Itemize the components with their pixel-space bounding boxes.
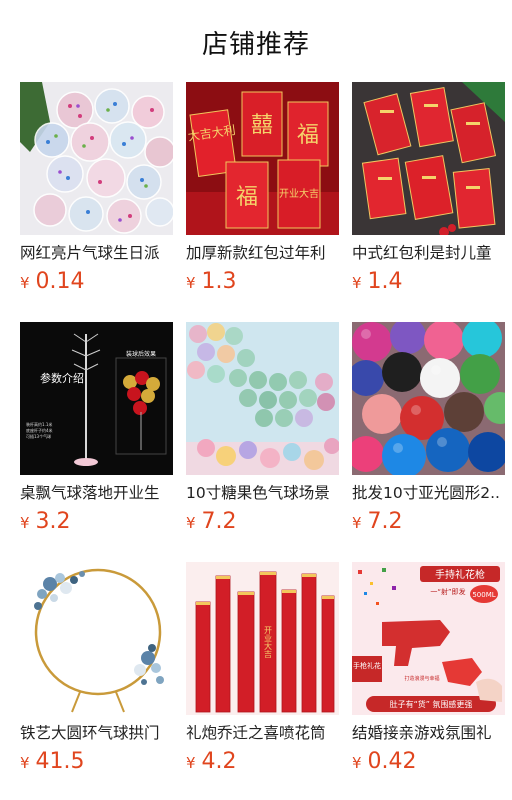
product-image-candy-balloons[interactable] [186, 322, 339, 475]
product-image-balloon-stand[interactable]: 参数介绍 装杆高约1.1米 底座杆子约4米 可插13个气球 装球后效果 [20, 322, 173, 475]
product-name[interactable]: 中式红包利是封儿童 [352, 243, 505, 263]
stand-effect-label: 装球后效果 [126, 350, 156, 358]
product-name[interactable]: 10寸糖果色气球场景 [186, 483, 339, 503]
red-packet-text: 福 [297, 123, 319, 148]
flower-gun-badge: 500ML [472, 591, 495, 599]
currency-symbol: ¥ [20, 514, 30, 532]
price-value: 0.14 [35, 269, 85, 294]
price-value: 41.5 [35, 749, 85, 774]
product-card-red-packets[interactable]: 大吉大利 囍 福 开业大吉 福 加厚新款红包过年利 ¥1.3 [186, 82, 339, 294]
product-image-flower-gun[interactable]: 手持礼花枪 一“射”即发 500ML 手枪礼花 打造浪漫与幸福 肚子有“货” 氛… [352, 562, 505, 715]
product-name[interactable]: 礼炮乔迁之喜喷花筒 [186, 723, 339, 743]
price-value: 1.4 [367, 269, 403, 294]
chinese-red-packets-image [352, 82, 505, 235]
price-value: 7.2 [367, 509, 403, 534]
product-card-candy-balloons[interactable]: 10寸糖果色气球场景 ¥7.2 [186, 322, 339, 534]
currency-symbol: ¥ [352, 274, 362, 292]
product-card-iron-hoop-arch[interactable]: 铁艺大圆环气球拱门 ¥41.5 [20, 562, 173, 774]
stand-detail-line: 装杆高约1.1米 [26, 421, 52, 427]
price-value: 3.2 [35, 509, 71, 534]
stand-detail-line: 可插13个气球 [26, 433, 51, 439]
balloon-stand-image: 参数介绍 装杆高约1.1米 底座杆子约4米 可插13个气球 装球后效果 [20, 322, 173, 475]
matte-balloons-image [352, 322, 505, 475]
product-card-confetti-cannons[interactable]: 开业大吉 礼炮乔迁之喜喷花筒 ¥4.2 [186, 562, 339, 774]
product-name[interactable]: 加厚新款红包过年利 [186, 243, 339, 263]
confetti-cannons-image: 开业大吉 [186, 562, 339, 715]
product-name[interactable]: 网红亮片气球生日派 [20, 243, 173, 263]
product-name[interactable]: 铁艺大圆环气球拱门 [20, 723, 173, 743]
store-recommendations-page: 店铺推荐 网红亮片气球生日派 ¥ 0.14 大吉大利 囍 福 开业大吉 福 加厚… [0, 0, 512, 800]
product-price: ¥4.2 [186, 749, 339, 774]
price-value: 7.2 [201, 509, 237, 534]
product-image-red-packets[interactable]: 大吉大利 囍 福 开业大吉 福 [186, 82, 339, 235]
product-image-confetti-cannons[interactable]: 开业大吉 [186, 562, 339, 715]
iron-hoop-arch-image [20, 562, 173, 715]
flower-gun-sub: 一“射”即发 [430, 587, 465, 596]
page-title: 店铺推荐 [201, 30, 310, 60]
product-price: ¥0.42 [352, 749, 505, 774]
product-price: ¥0.14 [20, 269, 173, 294]
stand-label: 参数介绍 [40, 371, 84, 385]
sequin-balloons-image [20, 82, 173, 235]
product-price: ¥1.4 [352, 269, 505, 294]
red-packets-image: 大吉大利 囍 福 开业大吉 福 [186, 82, 339, 235]
currency-symbol: ¥ [20, 754, 30, 772]
product-name[interactable]: 结婚接亲游戏氛围礼 [352, 723, 505, 743]
flower-gun-side: 手枪礼花 [353, 661, 381, 670]
red-packet-text: 囍 [251, 113, 273, 138]
product-card-balloon-stand[interactable]: 参数介绍 装杆高约1.1米 底座杆子约4米 可插13个气球 装球后效果 桌飘气球… [20, 322, 173, 534]
currency-symbol: ¥ [186, 514, 196, 532]
product-image-matte-balloons[interactable] [352, 322, 505, 475]
product-name[interactable]: 批发10寸亚光圆形2.. [352, 483, 505, 503]
red-packet-text: 开业大吉 [279, 187, 319, 200]
stand-detail-line: 底座杆子约4米 [26, 427, 53, 433]
product-card-sequin-balloons[interactable]: 网红亮片气球生日派 ¥0.14 [20, 82, 173, 294]
currency-symbol: ¥ [352, 514, 362, 532]
product-image-iron-hoop-arch[interactable] [20, 562, 173, 715]
product-name[interactable]: 桌飘气球落地开业生 [20, 483, 173, 503]
price-value: 1.3 [201, 269, 237, 294]
price-value: 0.42 [367, 749, 417, 774]
product-price: ¥7.2 [186, 509, 339, 534]
product-card-matte-balloons[interactable]: 批发10寸亚光圆形2.. ¥7.2 [352, 322, 505, 534]
flower-gun-bottom: 肚子有“货” 氛围感更强 [390, 699, 473, 709]
red-packet-text: 福 [236, 185, 258, 210]
product-card-chinese-red-packets[interactable]: 中式红包利是封儿童 ¥1.4 [352, 82, 505, 294]
cannon-text: 开业大吉 [264, 626, 273, 659]
price-value: 4.2 [201, 749, 237, 774]
currency-symbol: ¥ [186, 274, 196, 292]
product-price: ¥3.2 [20, 509, 173, 534]
candy-balloons-image [186, 322, 339, 475]
product-card-flower-gun[interactable]: 手持礼花枪 一“射”即发 500ML 手枪礼花 打造浪漫与幸福 肚子有“货” 氛… [352, 562, 505, 774]
flower-gun-banner: 手持礼花枪 [435, 568, 485, 581]
currency-symbol: ¥ [352, 754, 362, 772]
currency-symbol: ¥ [186, 754, 196, 772]
product-price: ¥41.5 [20, 749, 173, 774]
product-price: ¥7.2 [352, 509, 505, 534]
flower-gun-image: 手持礼花枪 一“射”即发 500ML 手枪礼花 打造浪漫与幸福 肚子有“货” 氛… [352, 562, 505, 715]
product-image-sequin-balloons[interactable] [20, 82, 173, 235]
product-price: ¥1.3 [186, 269, 339, 294]
flower-gun-tag: 打造浪漫与幸福 [404, 675, 439, 682]
product-image-chinese-red-packets[interactable] [352, 82, 505, 235]
currency-symbol: ¥ [20, 274, 30, 292]
